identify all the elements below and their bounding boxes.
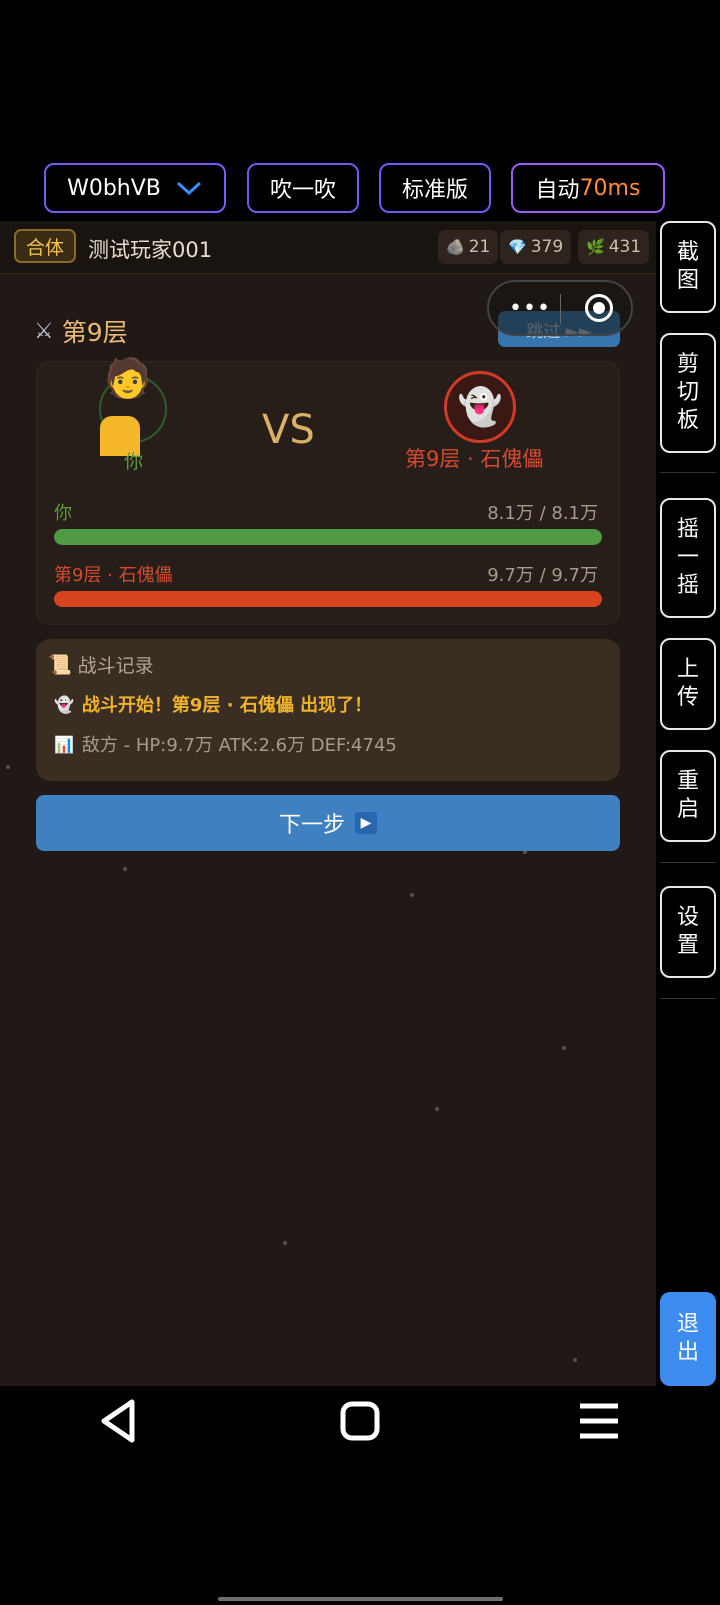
app-id-dropdown[interactable]: W0bhVB <box>44 163 226 213</box>
particle <box>573 1358 577 1362</box>
screenshot-button[interactable]: 截图 <box>660 221 716 313</box>
game-area: 合体 测试玩家001 🪨 21 💎 379 🌿 431 ⚔ 第9层 跳过 ►► … <box>0 221 656 1386</box>
player-avatar-icon: 🧑 <box>104 356 152 400</box>
system-nav-bar <box>0 1386 720 1476</box>
settings-label: 设置 <box>676 905 699 958</box>
shake-label: 摇一摇 <box>676 517 699 598</box>
stone-icon: 🪨 <box>446 238 465 256</box>
floor-label: 第9层 <box>61 318 128 347</box>
screenshot-label: 截图 <box>676 240 699 293</box>
log-line-text: 敌方 - HP:9.7万 ATK:2.6万 DEF:4745 <box>81 735 397 756</box>
player-hp-label: 你 <box>54 503 72 524</box>
player-hp-fill <box>54 529 602 545</box>
log-line: 👻 战斗开始！第9层 · 石傀儡 出现了！ <box>54 691 372 717</box>
play-arrow-icon: ▶ <box>355 812 377 834</box>
enemy-hp-fill <box>54 591 602 607</box>
herb-icon: 🌿 <box>586 238 605 256</box>
mini-program-capsule: ••• <box>487 280 633 336</box>
particle <box>123 867 127 871</box>
version-button[interactable]: 标准版 <box>379 163 491 213</box>
realm-badge: 合体 <box>14 229 77 263</box>
side-divider <box>660 862 716 863</box>
auto-label: 自动 <box>535 178 580 203</box>
player-name: 测试玩家001 <box>88 238 213 262</box>
auto-interval: 70ms <box>579 175 641 201</box>
ghost-icon: 👻 <box>54 694 74 714</box>
stone-resource: 🪨 21 <box>438 230 499 264</box>
particle <box>6 765 10 769</box>
particle <box>562 1046 566 1050</box>
back-icon[interactable] <box>96 1398 140 1444</box>
home-icon[interactable] <box>339 1400 381 1442</box>
ghost-icon: 👻 <box>457 387 503 428</box>
floor-title: ⚔ 第9层 <box>34 313 128 349</box>
player-hp-bar <box>54 529 602 545</box>
herb-count: 431 <box>608 237 642 257</box>
stone-count: 21 <box>468 237 491 257</box>
upload-button[interactable]: 上传 <box>660 638 716 730</box>
restart-label: 重启 <box>676 769 699 822</box>
enemy-label: 第9层 · 石傀儡 <box>405 447 544 471</box>
player-label: 你 <box>124 451 144 473</box>
particle <box>435 1107 439 1111</box>
app-id-label: W0bhVB <box>67 175 161 201</box>
enemy-hp-text: 9.7万 / 9.7万 <box>487 565 598 586</box>
next-step-button[interactable]: 下一步 ▶ <box>36 795 620 851</box>
capsule-divider <box>560 294 561 324</box>
scroll-icon: 📜 <box>48 654 72 676</box>
chevron-down-icon <box>176 181 201 196</box>
auto-button[interactable]: 自动 70ms <box>511 163 665 213</box>
side-divider <box>660 998 716 999</box>
gesture-handle[interactable] <box>218 1597 503 1601</box>
battle-log-title: 📜 战斗记录 <box>48 651 154 678</box>
herb-resource: 🌿 431 <box>578 230 650 264</box>
restart-button[interactable]: 重启 <box>660 750 716 842</box>
next-step-label: 下一步 <box>278 813 345 838</box>
status-header: 合体 测试玩家001 🪨 21 💎 379 🌿 431 <box>0 221 656 274</box>
close-target-icon[interactable] <box>585 294 613 322</box>
enemy-hp-bar <box>54 591 602 607</box>
diamond-count: 379 <box>530 237 564 257</box>
side-divider <box>660 472 716 473</box>
crossed-swords-icon: ⚔ <box>34 318 54 344</box>
vs-label: VS <box>262 407 315 453</box>
log-line-text: 战斗开始！第9层 · 石傀儡 出现了！ <box>81 695 373 716</box>
menu-icon[interactable] <box>578 1402 620 1440</box>
clipboard-button[interactable]: 剪切板 <box>660 333 716 453</box>
exit-button[interactable]: 退出 <box>660 1292 716 1386</box>
player-hp-text: 8.1万 / 8.1万 <box>487 503 598 524</box>
blow-label: 吹一吹 <box>269 178 336 203</box>
log-line: 📊 敌方 - HP:9.7万 ATK:2.6万 DEF:4745 <box>54 731 397 757</box>
upload-label: 上传 <box>676 657 699 710</box>
particle <box>283 1241 287 1245</box>
more-icon[interactable]: ••• <box>509 296 551 321</box>
diamond-resource: 💎 379 <box>500 230 572 264</box>
shake-button[interactable]: 摇一摇 <box>660 498 716 618</box>
chart-icon: 📊 <box>54 734 74 754</box>
settings-button[interactable]: 设置 <box>660 886 716 978</box>
clipboard-label: 剪切板 <box>676 352 699 433</box>
diamond-icon: 💎 <box>508 238 527 256</box>
enemy-avatar: 👻 <box>444 371 516 443</box>
battle-log-title-text: 战斗记录 <box>77 655 154 677</box>
enemy-hp-label: 第9层 · 石傀儡 <box>54 565 173 586</box>
version-label: 标准版 <box>401 178 468 203</box>
exit-label: 退出 <box>676 1312 699 1365</box>
blow-button[interactable]: 吹一吹 <box>247 163 359 213</box>
particle <box>410 893 414 897</box>
